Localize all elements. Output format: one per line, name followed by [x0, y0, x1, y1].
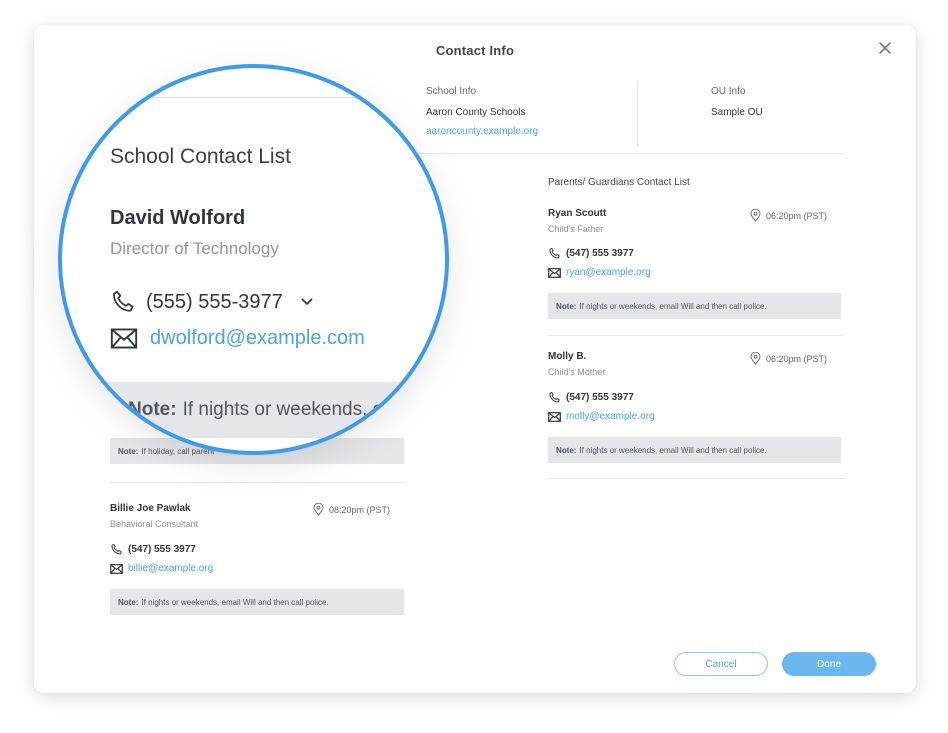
contact-phone[interactable]: (555) 555-3977 [110, 289, 313, 315]
phone-icon [549, 391, 560, 403]
contact-email[interactable]: dwolford@example.com [110, 327, 365, 350]
magnifier-lens: Child's I Ti School Contact List David W… [58, 64, 449, 455]
phone-icon [111, 543, 122, 555]
location-pin-icon [313, 503, 324, 516]
contact-local-time: 06:20pm (PST) [750, 209, 827, 222]
contact-phone-text: (547) 555 3977 [128, 544, 196, 555]
parents-contact-list-title: Parents/ Guardians Contact List [548, 177, 690, 188]
phone-icon [549, 247, 560, 259]
note-text: If nights or weekends, email Will and th… [141, 597, 329, 607]
note-label: Note: [118, 597, 139, 607]
contact-role: Child's Father [548, 224, 604, 234]
contact-note: Note: If nights or weekends, e [106, 382, 445, 438]
location-pin-icon [750, 209, 761, 222]
contact-phone[interactable]: (547) 555 3977 [548, 391, 634, 404]
school-contact-list-title: School Contact List [110, 145, 291, 168]
magnified-content: Child's I Ti School Contact List David W… [62, 68, 445, 451]
cancel-button[interactable]: Cancel [674, 652, 768, 676]
envelope-icon [548, 267, 561, 278]
info-divider [637, 81, 638, 147]
contact-email-text: ryan@example.org [566, 267, 651, 278]
contact-phone[interactable]: (547) 555 3977 [548, 247, 634, 260]
contact-email[interactable]: billie@example.org [110, 563, 213, 574]
envelope-icon [548, 411, 561, 422]
note-label: Note: [556, 445, 577, 455]
contact-note: Note: If nights or weekends, email Will … [548, 293, 841, 319]
contact-role: Director of Technology [110, 239, 279, 258]
phone-icon [113, 290, 134, 312]
phone-options-dropdown[interactable] [301, 298, 313, 306]
contact-name: Ryan Scoutt [548, 208, 607, 219]
contact-name: David Wolford [110, 207, 246, 229]
ou-info-label: OU Info [711, 86, 746, 97]
contact-phone[interactable]: (547) 555 3977 [110, 543, 196, 556]
close-button[interactable] [876, 39, 894, 57]
contact-email-text: dwolford@example.com [150, 327, 365, 349]
chevron-down-icon [301, 298, 313, 305]
contact-time-text: 06:20pm (PST) [766, 210, 828, 221]
contact-divider [548, 478, 843, 479]
contact-email-fragment[interactable]: jo [130, 414, 138, 425]
child-info-value: Ti [110, 104, 121, 118]
contact-email[interactable]: ryan@example.org [548, 267, 651, 278]
contact-note: Note: If nights or weekends, email Will … [110, 589, 404, 615]
contact-time-text: 08:20pm (PST) [329, 504, 391, 515]
contact-phone-text: (547) 555 3977 [566, 248, 634, 259]
contact-note: Note: If nights or weekends, email Will … [548, 437, 841, 463]
contact-role: Behavioral Consultant [110, 519, 199, 529]
contact-divider [110, 482, 406, 483]
contact-time-text: 06:20pm (PST) [766, 353, 828, 364]
contact-email-text: billie@example.org [128, 563, 214, 574]
contact-divider [548, 335, 843, 336]
done-button[interactable]: Done [782, 652, 876, 676]
contact-name: Billie Joe Pawlak [110, 503, 191, 514]
contact-local-time: 08:20pm (PST) [313, 503, 390, 516]
envelope-icon [110, 328, 138, 349]
child-info-underline [110, 97, 370, 98]
note-text: If nights or weekends, email Will and th… [579, 445, 767, 455]
contact-email-text: molly@example.org [566, 411, 655, 422]
envelope-icon [110, 563, 123, 574]
contact-role: Child's Mother [548, 367, 606, 377]
contact-phone-text: (547) 555 3977 [566, 392, 634, 403]
location-pin-icon [750, 352, 761, 365]
note-text: If nights or weekends, e [182, 399, 384, 420]
note-label: Note: [556, 301, 577, 311]
close-icon [879, 42, 891, 54]
contact-local-time: 06:20pm (PST) [750, 352, 827, 365]
note-text: If nights or weekends, email Will and th… [579, 301, 767, 311]
ou-info-value: Sample OU [711, 107, 763, 118]
contact-name: Molly B. [548, 351, 587, 362]
modal-title: Contact Info [435, 43, 515, 58]
contact-email[interactable]: molly@example.org [548, 411, 655, 422]
contact-phone-text: (555) 555-3977 [146, 290, 283, 313]
